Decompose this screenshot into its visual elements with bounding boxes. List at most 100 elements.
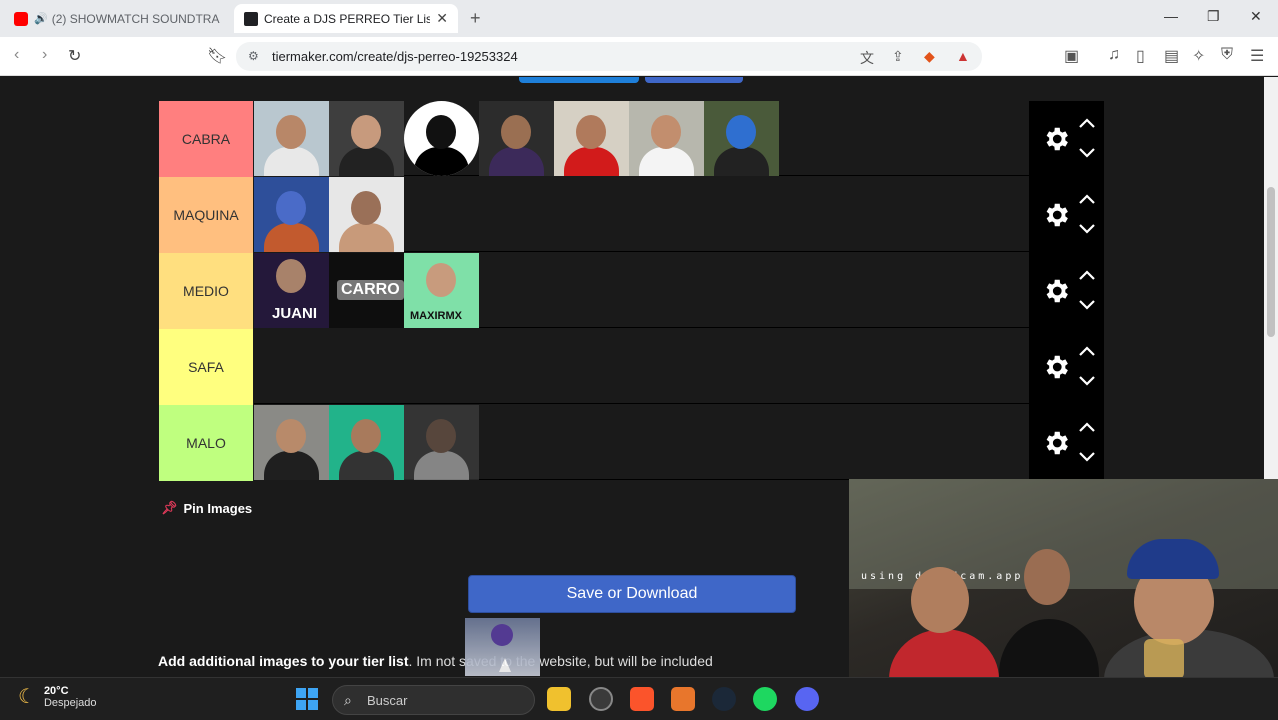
- gear-icon[interactable]: [1041, 276, 1071, 306]
- tier-images[interactable]: [254, 177, 1029, 252]
- wallet-icon[interactable]: ▤: [1164, 46, 1179, 66]
- add-images-heading: Add additional images to your tier list: [158, 653, 409, 669]
- dj-image[interactable]: [254, 101, 329, 176]
- chevron-up-icon[interactable]: [1078, 193, 1096, 205]
- gear-icon[interactable]: [1041, 352, 1071, 382]
- person-center-head: [1024, 549, 1070, 605]
- sidebar-icon[interactable]: ▣: [1064, 46, 1079, 66]
- dj-image[interactable]: CARRO: [329, 253, 404, 328]
- fl-studio-icon[interactable]: [671, 687, 695, 711]
- tab-youtube[interactable]: 🔊 (2) SHOWMATCH SOUNDTRACK: [4, 4, 230, 33]
- back-icon[interactable]: ‹: [14, 46, 19, 64]
- tier-row-malo: MALO: [159, 405, 1104, 481]
- scrollbar-thumb[interactable]: [1267, 187, 1275, 337]
- chevron-down-icon[interactable]: [1078, 375, 1096, 387]
- chevron-down-icon[interactable]: [1078, 147, 1096, 159]
- address-bar-row: ‹ › ↻ 🔖︎ ⚙︎ tiermaker.com/create/djs-per…: [0, 37, 1278, 76]
- dragged-image[interactable]: [465, 618, 540, 676]
- translate-icon[interactable]: 文: [860, 48, 874, 68]
- dj-image[interactable]: [254, 405, 329, 480]
- gear-icon[interactable]: [1041, 428, 1071, 458]
- speaker-icon[interactable]: 🔊: [34, 12, 48, 25]
- brave-shield-icon[interactable]: ◆: [924, 48, 935, 65]
- dj-image[interactable]: [479, 101, 554, 176]
- chevron-down-icon[interactable]: [1078, 451, 1096, 463]
- vpn-icon[interactable]: ⛨: [1221, 46, 1233, 64]
- pin-icon: 📌︎: [161, 500, 178, 515]
- dragged-image-cap: [491, 624, 513, 646]
- tier-images[interactable]: [254, 329, 1029, 404]
- leo-icon[interactable]: ✧: [1192, 46, 1205, 66]
- restore-button[interactable]: ❐: [1207, 8, 1220, 25]
- panel-icon[interactable]: ▯: [1136, 46, 1145, 66]
- new-tab-button[interactable]: +: [470, 8, 481, 29]
- image-caption: CARRO: [337, 280, 404, 300]
- pin-images-toggle[interactable]: 📌︎ Pin Images: [161, 500, 252, 516]
- image-caption: MAXIRMX: [410, 310, 462, 322]
- menu-icon[interactable]: ☰: [1250, 46, 1264, 66]
- tier-images[interactable]: [254, 405, 1029, 480]
- dj-image[interactable]: [404, 101, 479, 176]
- close-window-button[interactable]: ✕: [1250, 8, 1262, 25]
- tier-label[interactable]: MALO: [159, 405, 253, 481]
- cursor-icon: [499, 658, 511, 672]
- dj-image[interactable]: [329, 177, 404, 252]
- tier-label[interactable]: MAQUINA: [159, 177, 253, 253]
- chevron-down-icon[interactable]: [1078, 223, 1096, 235]
- tab-tiermaker[interactable]: Create a DJS PERREO Tier List - T ✕: [234, 4, 458, 33]
- tier-row-cabra: CABRA: [159, 101, 1104, 177]
- tier-label[interactable]: MEDIO: [159, 253, 253, 329]
- tier-row-medio: MEDIO JUANI CARRO MAXIRMX: [159, 253, 1104, 329]
- add-images-desc: . Im not saved to the website, but will …: [408, 653, 713, 669]
- weather-widget[interactable]: ☾ 20°C Despejado: [18, 684, 97, 709]
- steam-icon[interactable]: [712, 687, 736, 711]
- gear-icon[interactable]: [1041, 200, 1071, 230]
- discord-icon[interactable]: [795, 687, 819, 711]
- share-icon[interactable]: ⇪: [892, 48, 904, 65]
- url-bar[interactable]: ⚙︎ tiermaker.com/create/djs-perreo-19253…: [236, 42, 982, 71]
- tier-row-safa: SAFA: [159, 329, 1104, 405]
- dj-image[interactable]: [404, 405, 479, 480]
- tier-images[interactable]: [254, 101, 1029, 176]
- top-button-2[interactable]: [645, 77, 743, 83]
- dj-image[interactable]: [254, 177, 329, 252]
- top-button-1[interactable]: [519, 77, 639, 83]
- chevron-up-icon[interactable]: [1078, 421, 1096, 433]
- music-icon[interactable]: ♫: [1108, 46, 1120, 64]
- tier-label[interactable]: CABRA: [159, 101, 253, 177]
- dj-image[interactable]: [554, 101, 629, 176]
- dj-image[interactable]: [329, 101, 404, 176]
- search-placeholder: Buscar: [367, 692, 408, 708]
- chevron-up-icon[interactable]: [1078, 269, 1096, 281]
- file-explorer-icon[interactable]: [547, 687, 571, 711]
- site-info-icon[interactable]: ⚙︎: [248, 49, 259, 63]
- forward-icon[interactable]: ›: [42, 46, 47, 64]
- spotify-icon[interactable]: [753, 687, 777, 711]
- obs-icon[interactable]: [589, 687, 613, 711]
- tier-images[interactable]: JUANI CARRO MAXIRMX: [254, 253, 1029, 328]
- taskbar-search[interactable]: ⌕ Buscar: [332, 685, 535, 715]
- minimize-button[interactable]: —: [1164, 8, 1178, 24]
- tier-controls: [1029, 177, 1104, 253]
- brave-rewards-icon[interactable]: ▲: [956, 48, 970, 64]
- weather-temp: 20°C: [43, 684, 69, 697]
- close-tab-icon[interactable]: ✕: [436, 10, 448, 27]
- dj-image[interactable]: JUANI: [254, 253, 329, 328]
- brave-icon[interactable]: [630, 687, 654, 711]
- windows-start-icon[interactable]: [296, 688, 318, 710]
- youtube-icon: [14, 11, 28, 26]
- gear-icon[interactable]: [1041, 124, 1071, 154]
- dj-image[interactable]: [329, 405, 404, 480]
- dj-image[interactable]: [704, 101, 779, 176]
- dj-image[interactable]: [629, 101, 704, 176]
- bookmark-icon[interactable]: 🔖︎: [207, 46, 227, 66]
- reload-icon[interactable]: ↻: [68, 46, 81, 66]
- add-images-text: Add additional images to your tier list.…: [158, 653, 713, 669]
- chevron-up-icon[interactable]: [1078, 117, 1096, 129]
- tier-label[interactable]: SAFA: [159, 329, 253, 405]
- taskbar: ☾ 20°C Despejado ⌕ Buscar: [0, 677, 1278, 720]
- chevron-up-icon[interactable]: [1078, 345, 1096, 357]
- save-or-download-button[interactable]: Save or Download: [468, 575, 796, 613]
- dj-image[interactable]: MAXIRMX: [404, 253, 479, 328]
- chevron-down-icon[interactable]: [1078, 299, 1096, 311]
